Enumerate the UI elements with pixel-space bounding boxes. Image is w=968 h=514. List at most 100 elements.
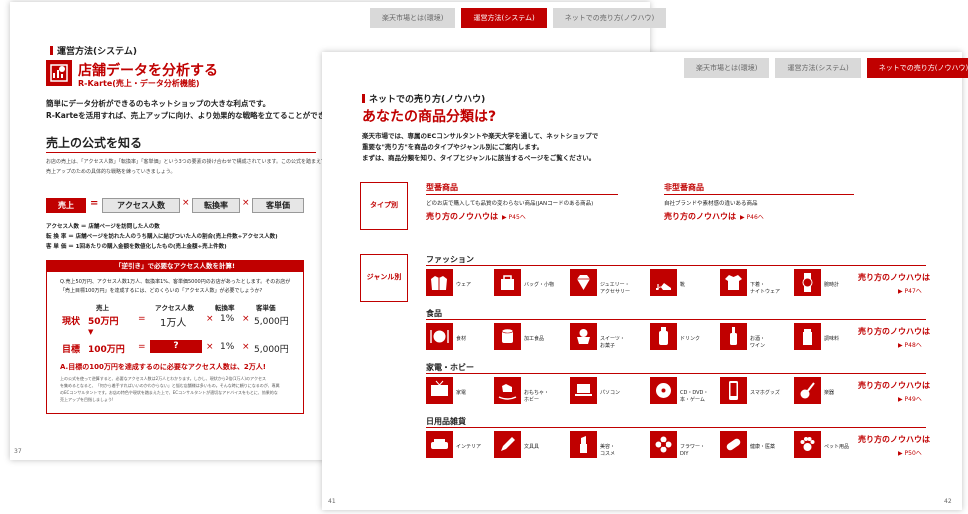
current-label: 現状: [62, 317, 81, 327]
rocking-horse-icon[interactable]: [494, 377, 521, 404]
heading-underline: [46, 152, 316, 153]
tab-system[interactable]: 運営方法(システム): [775, 58, 861, 78]
tab-environment[interactable]: 楽天市場とは(環境): [370, 8, 456, 28]
seasoning-icon[interactable]: [794, 323, 821, 350]
calc-note-2: を集めるとなると、「何から着手すればいいのかわからない」と悩む店舗様は多いもの。…: [60, 383, 280, 388]
can-icon[interactable]: [494, 323, 521, 350]
flower-icon[interactable]: [650, 431, 677, 458]
genre-item-label: 美容・ コスメ: [600, 444, 616, 457]
current-times-1: ×: [206, 314, 214, 324]
calc-note-4: 売上アップを目指しましょう!: [60, 397, 114, 402]
high-heel-icon[interactable]: [650, 269, 677, 296]
header-unit-price: 客単価: [256, 304, 276, 312]
genre-page-ref[interactable]: ▶ P48へ: [898, 340, 922, 349]
calc-note-3: のECコンサルタントです。お店の特色や現状を踏まえた上で、ECコンサルタントが適…: [60, 390, 278, 395]
page-title: 店舗データを分析する: [78, 63, 218, 79]
current-times-2: ×: [242, 314, 250, 324]
page-title: あなたの商品分類は?: [362, 109, 497, 125]
paw-icon[interactable]: [794, 431, 821, 458]
calc-question-1: Q.売上50万円、アクセス人数1万人、転換率1%、客単価5000円のお店があった…: [60, 279, 291, 285]
heading: 売上の公式を知る: [46, 136, 143, 150]
cake-icon[interactable]: [570, 323, 597, 350]
calc-answer: A.目標の100万円を達成するのに必要なアクセス人数は、2万人!: [60, 363, 266, 371]
formula-conversion: 転換率: [192, 198, 240, 213]
intro-line-1: 楽天市場では、専属のECコンサルタントや楽天大学を通して、ネットショップで: [362, 132, 599, 140]
type-nonmodel-page[interactable]: ▶ P46へ: [740, 212, 764, 221]
wine-icon[interactable]: [720, 323, 747, 350]
watch-icon[interactable]: [794, 269, 821, 296]
tshirt-icon[interactable]: [720, 269, 747, 296]
formula-times-1: ×: [182, 198, 190, 208]
plate-icon[interactable]: [426, 323, 453, 350]
type-nonmodel-name: 非型番商品: [664, 183, 704, 192]
genre-page-ref[interactable]: ▶ P49へ: [898, 394, 922, 403]
genre-knowhow-link[interactable]: 売り方のノウハウは: [858, 326, 930, 337]
formula-equals: =: [90, 198, 99, 209]
section-label: ネットでの売り方(ノウハウ): [362, 92, 485, 105]
target-equals: =: [138, 342, 146, 352]
tab-knowhow[interactable]: ネットでの売り方(ノウハウ): [866, 58, 968, 78]
tab-system[interactable]: 運営方法(システム): [461, 8, 547, 28]
current-equals: =: [138, 314, 146, 324]
disc-icon[interactable]: [650, 377, 677, 404]
genre-item-label: ペット用品: [824, 444, 850, 450]
type-nonmodel-rule: [664, 194, 854, 195]
diamond-icon[interactable]: [570, 269, 597, 296]
target-access: ?: [150, 340, 202, 353]
genre-item-label: 靴: [680, 282, 686, 288]
current-unit-price: 5,000円: [254, 317, 289, 327]
guitar-icon[interactable]: [794, 377, 821, 404]
target-times-2: ×: [242, 342, 250, 352]
bag-icon[interactable]: [494, 269, 521, 296]
intro-line-3: まずは、商品分類を知り、タイプとジャンルに該当するページをご覧ください。: [362, 154, 596, 162]
current-sales: 50万円: [88, 317, 119, 327]
tab-environment[interactable]: 楽天市場とは(環境): [684, 58, 770, 78]
desc-line-1: お店の売上は、「アクセス人数」「転換率」「客単価」という3つの要素の掛け合わせで…: [46, 159, 331, 165]
genre-knowhow-link[interactable]: 売り方のノウハウは: [858, 272, 930, 283]
type-nonmodel-desc: 自社ブランドや素材感の違いある商品: [664, 201, 758, 207]
sofa-icon[interactable]: [426, 431, 453, 458]
laptop-icon[interactable]: [570, 377, 597, 404]
lipstick-icon[interactable]: [570, 431, 597, 458]
smartphone-icon[interactable]: [720, 377, 747, 404]
genre-item-label: ドリンク: [680, 336, 701, 342]
genre-heading: ファッション: [426, 255, 474, 264]
type-model-desc: どのお店で購入しても品質の変わらない商品(JANコードのある商品): [426, 201, 594, 207]
back-tabs: 楽天市場とは(環境) 運営方法(システム) ネットでの売り方(ノウハウ): [370, 8, 667, 28]
intro-line-2: 重要な"売り方"を商品のタイプやジャンル別にご案内します。: [362, 143, 544, 151]
chart-icon: [46, 60, 72, 86]
genre-item-label: 腕時計: [824, 282, 840, 288]
page-number-left: 41: [328, 498, 336, 505]
jacket-icon[interactable]: [426, 269, 453, 296]
genre-item-label: ウェア: [456, 282, 472, 288]
header-sales: 売上: [96, 304, 109, 312]
genre-knowhow-link[interactable]: 売り方のノウハウは: [858, 380, 930, 391]
type-model-page[interactable]: ▶ P45へ: [502, 212, 526, 221]
genre-item-label: 家電: [456, 390, 467, 396]
type-model-name: 型番商品: [426, 183, 458, 192]
target-unit-price: 5,000円: [254, 345, 289, 355]
front-tabs: 楽天市場とは(環境) 運営方法(システム) ネットでの売り方(ノウハウ): [684, 58, 968, 78]
genre-page-ref[interactable]: ▶ P50へ: [898, 448, 922, 457]
pill-icon[interactable]: [720, 431, 747, 458]
calc-banner: 「逆引き」で必要なアクセス人数を計算!: [46, 260, 304, 272]
genre-rule: [426, 265, 926, 266]
genre-rule: [426, 319, 926, 320]
genre-page-ref[interactable]: ▶ P47へ: [898, 286, 922, 295]
pen-icon[interactable]: [494, 431, 521, 458]
type-model-link[interactable]: 売り方のノウハウは: [426, 211, 498, 222]
genre-item-label: バッグ・小物: [524, 282, 555, 288]
formula-times-2: ×: [242, 198, 250, 208]
genre-label: ジャンル別: [366, 273, 402, 281]
genre-item-label: フラワー・ DIY: [680, 444, 706, 457]
formula-unit-price: 客単価: [252, 198, 304, 213]
genre-item-label: 調味料: [824, 336, 840, 342]
tv-icon[interactable]: [426, 377, 453, 404]
genre-heading: 家電・ホビー: [426, 363, 474, 372]
type-nonmodel-link[interactable]: 売り方のノウハウは: [664, 211, 736, 222]
tab-knowhow[interactable]: ネットでの売り方(ノウハウ): [552, 8, 667, 28]
bottle-icon[interactable]: [650, 323, 677, 350]
formula-access: アクセス人数: [102, 198, 180, 213]
page-number: 37: [14, 448, 22, 455]
genre-knowhow-link[interactable]: 売り方のノウハウは: [858, 434, 930, 445]
